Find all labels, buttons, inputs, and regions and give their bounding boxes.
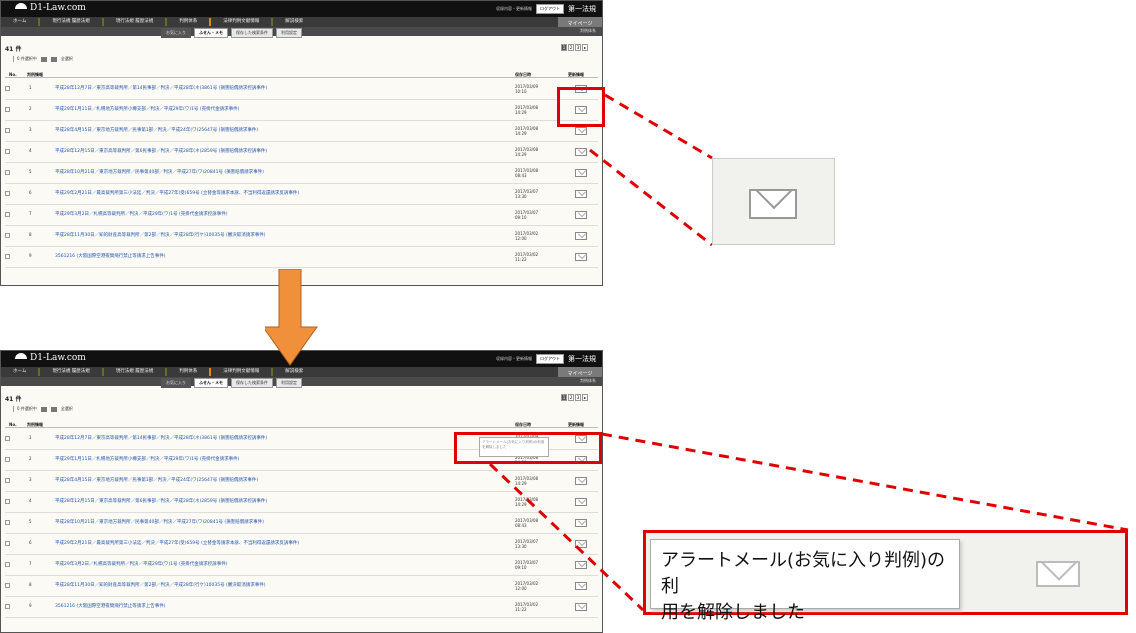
- down-arrow-icon: [265, 269, 318, 366]
- tooltip-line-1: アラートメール(お気に入り判例)の利: [661, 550, 946, 597]
- connector-line: [601, 432, 1129, 532]
- zoom-callout-tooltip: アラートメール(お気に入り判例)の利 用を解除しました: [643, 530, 1128, 623]
- mail-icon: [1036, 561, 1080, 587]
- tooltip-message: アラートメール(お気に入り判例)の利 用を解除しました: [650, 539, 960, 623]
- tooltip-line-2: 用を解除しました: [661, 602, 805, 623]
- zoom-callout-envelope: [712, 158, 835, 245]
- connector-line: [589, 148, 713, 247]
- mail-icon: [749, 189, 797, 219]
- connector-line: [488, 462, 645, 612]
- connector-line: [604, 93, 713, 160]
